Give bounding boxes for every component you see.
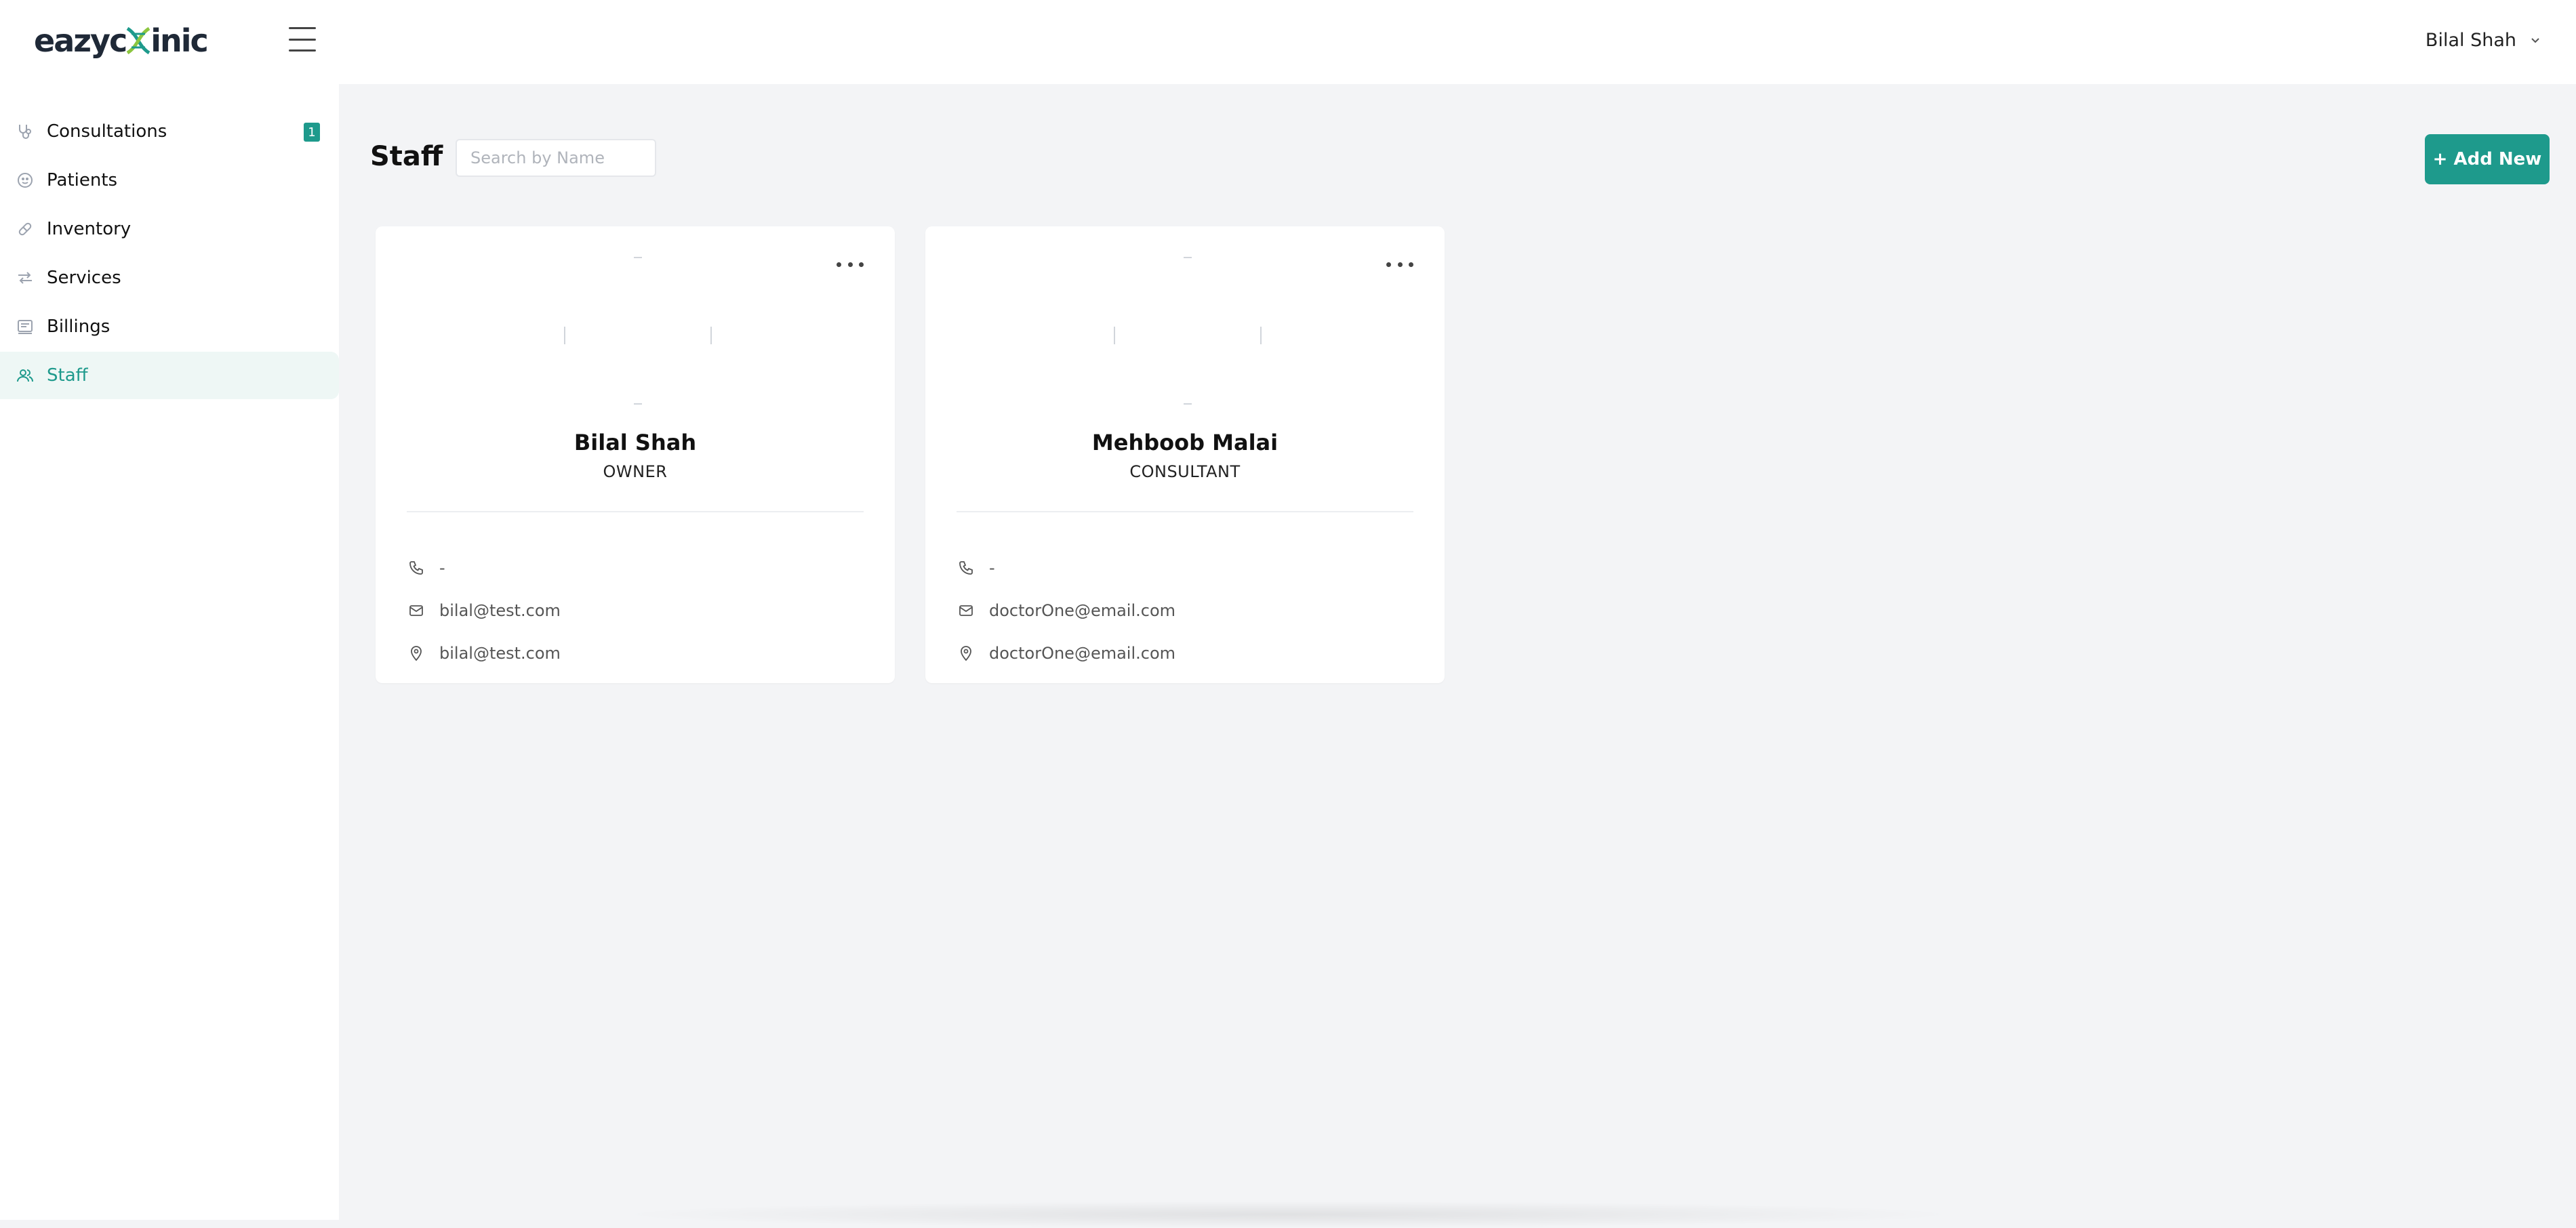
avatar: [1114, 257, 1262, 405]
add-new-button[interactable]: + Add New: [2425, 134, 2550, 184]
divider: [407, 511, 864, 512]
bottom-shadow: [610, 1201, 1966, 1228]
user-name: Bilal Shah: [2425, 29, 2516, 51]
mail-icon: [957, 601, 975, 620]
address-row: doctorOne@email.com: [957, 640, 1175, 667]
chevron-down-icon: [2531, 38, 2539, 43]
location-pin-icon: [407, 644, 426, 663]
staff-card: Mehboob Malai CONSULTANT - doctorOne@ema…: [925, 226, 1445, 683]
sidebar-item-label: Consultations: [47, 121, 167, 142]
sidebar-item-inventory[interactable]: Inventory: [0, 205, 339, 253]
staff-address: bilal@test.com: [439, 644, 561, 663]
invoice-icon: [15, 316, 35, 337]
email-row: bilal@test.com: [407, 597, 561, 624]
email-row: doctorOne@email.com: [957, 597, 1175, 624]
pill-icon: [15, 219, 35, 239]
mail-icon: [407, 601, 426, 620]
sidebar-item-consultations[interactable]: Consultations 1: [0, 108, 339, 155]
staff-role: CONSULTANT: [1129, 462, 1241, 481]
sidebar: Consultations 1 Patients Inventory Servi…: [0, 84, 339, 1220]
sidebar-item-label: Inventory: [47, 219, 132, 239]
smiley-face-icon: [15, 170, 35, 190]
logo-mark-icon: [125, 22, 152, 60]
phone-row: -: [407, 554, 445, 581]
staff-phone: -: [989, 558, 995, 577]
consultations-count-badge: 1: [304, 123, 320, 142]
phone-icon: [957, 558, 975, 577]
staff-role: OWNER: [603, 462, 668, 481]
phone-icon: [407, 558, 426, 577]
sidebar-item-label: Billings: [47, 316, 110, 337]
staff-name: Bilal Shah: [573, 430, 697, 455]
sidebar-item-staff[interactable]: Staff: [0, 352, 339, 399]
top-bar: eazyc inic Bilal Shah: [0, 0, 2576, 84]
sidebar-item-label: Services: [47, 268, 121, 288]
page-title: Staff: [370, 141, 443, 172]
more-options-icon[interactable]: [1386, 258, 1413, 271]
arrows-exchange-icon: [15, 268, 35, 288]
divider: [957, 511, 1413, 512]
menu-toggle-icon[interactable]: [289, 27, 316, 52]
user-menu[interactable]: Bilal Shah: [2426, 26, 2542, 54]
staff-phone: -: [439, 558, 445, 577]
staff-card: Bilal Shah OWNER - bilal@test.com bilal@…: [376, 226, 895, 683]
avatar: [564, 257, 712, 405]
staff-email[interactable]: doctorOne@email.com: [989, 601, 1175, 620]
app-logo[interactable]: eazyc inic: [34, 20, 209, 61]
address-row: bilal@test.com: [407, 640, 561, 667]
staff-email[interactable]: bilal@test.com: [439, 601, 561, 620]
location-pin-icon: [957, 644, 975, 663]
phone-row: -: [957, 554, 995, 581]
sidebar-item-label: Staff: [47, 365, 88, 386]
sidebar-item-patients[interactable]: Patients: [0, 157, 339, 204]
users-icon: [15, 365, 35, 386]
more-options-icon[interactable]: [837, 258, 864, 271]
sidebar-item-services[interactable]: Services: [0, 254, 339, 302]
logo-text-left: eazyc: [34, 22, 127, 59]
sidebar-item-billings[interactable]: Billings: [0, 303, 339, 350]
sidebar-item-label: Patients: [47, 170, 118, 190]
stethoscope-icon: [15, 121, 35, 142]
staff-name: Mehboob Malai: [1091, 430, 1279, 455]
staff-address: doctorOne@email.com: [989, 644, 1176, 663]
logo-text-right: inic: [150, 22, 209, 59]
search-input[interactable]: [456, 139, 656, 177]
